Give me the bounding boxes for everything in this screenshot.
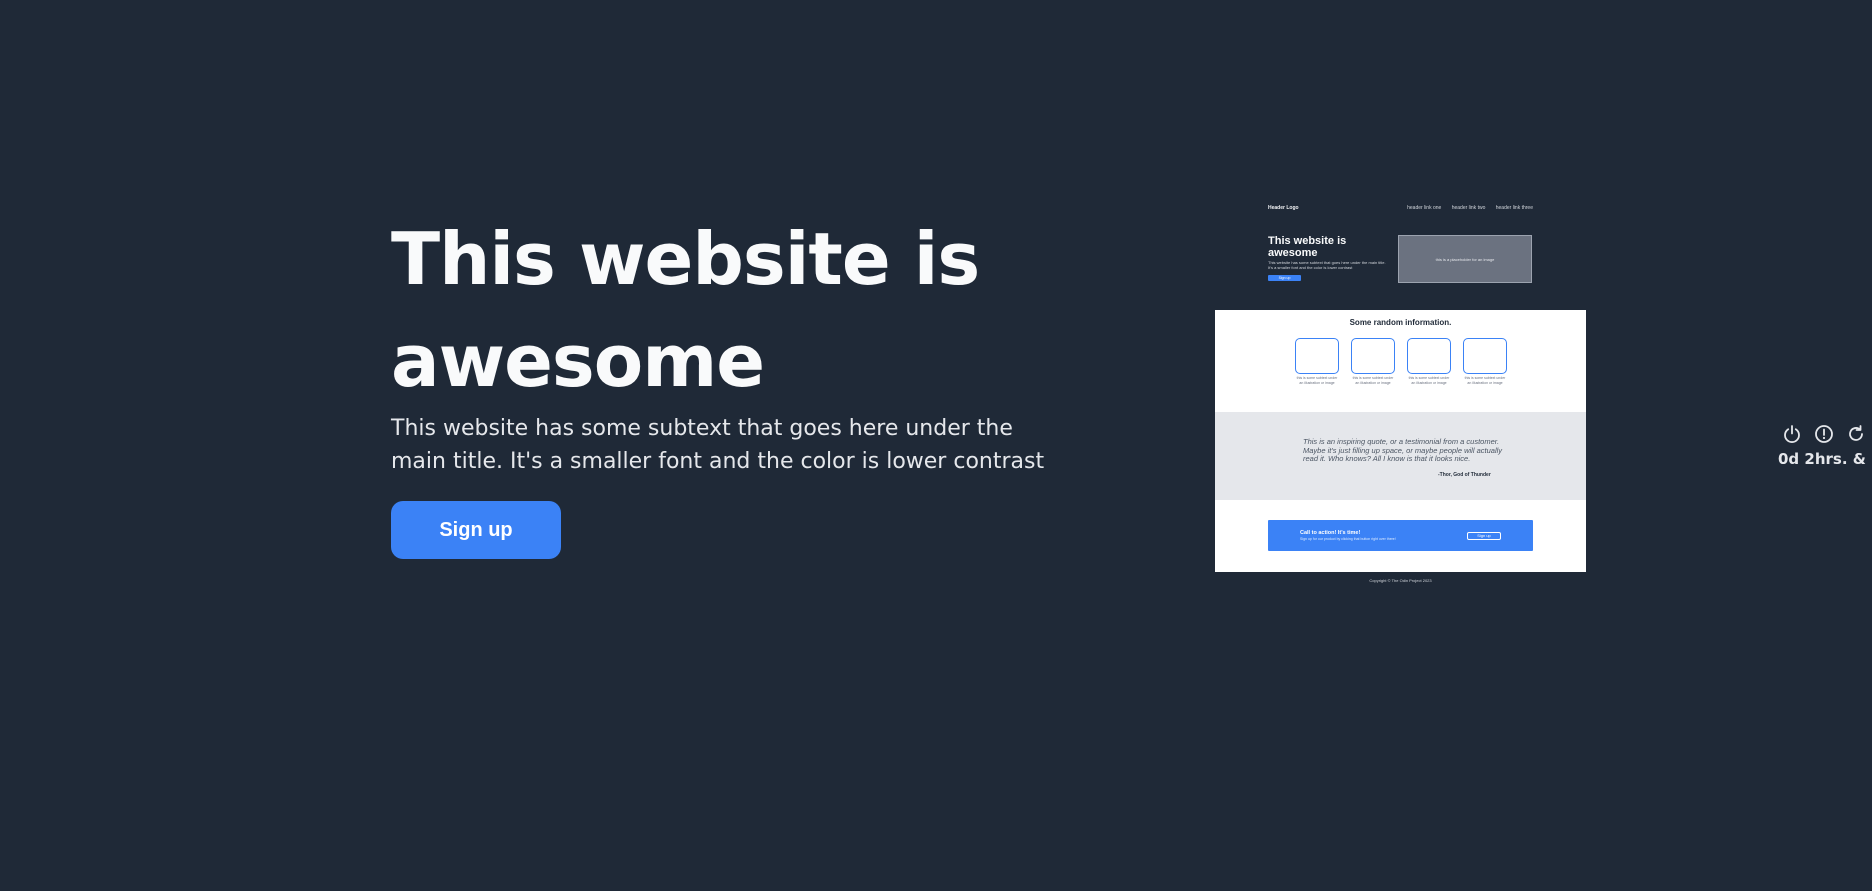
- preview-card-caption: this is some subtext under an illustrati…: [1464, 376, 1506, 385]
- preview-card-image: [1407, 338, 1451, 374]
- preview-cta-button: Sign up: [1467, 532, 1501, 540]
- preview-header: Header Logo header link one header link …: [1268, 205, 1533, 211]
- preview-card-caption: this is some subtext under an illustrati…: [1296, 376, 1338, 385]
- preview-card: this is some subtext under an illustrati…: [1463, 338, 1507, 385]
- session-widget: 0d 2hrs. & 59: [1778, 424, 1872, 468]
- preview-header-link: header link one: [1407, 205, 1442, 211]
- widget-icons: [1782, 424, 1872, 444]
- refresh-icon[interactable]: [1846, 424, 1866, 444]
- preview-cta-title: Call to action! It's time!: [1300, 530, 1361, 536]
- preview-hero-subtext: This website has some subtext that goes …: [1268, 260, 1386, 270]
- preview-header-link: header link three: [1495, 205, 1533, 211]
- preview-header-logo: Header Logo: [1268, 205, 1299, 211]
- preview-header-link: header link two: [1451, 205, 1486, 211]
- preview-card-image: [1351, 338, 1395, 374]
- preview-cards: this is some subtext under an illustrati…: [1295, 338, 1507, 385]
- preview-body: Some random information. this is some su…: [1215, 310, 1586, 572]
- preview-quote-text: This is an inspiring quote, or a testimo…: [1303, 437, 1503, 463]
- preview-card-caption: this is some subtext under an illustrati…: [1408, 376, 1450, 385]
- preview-quote-section: This is an inspiring quote, or a testimo…: [1215, 412, 1586, 500]
- preview-image-placeholder: this is a placeholder for an image: [1398, 235, 1532, 283]
- preview-cta-banner: Call to action! It's time! Sign up for o…: [1268, 520, 1533, 551]
- preview-card-caption: this is some subtext under an illustrati…: [1352, 376, 1394, 385]
- preview-info-title: Some random information.: [1349, 318, 1452, 327]
- preview-quote-author: -Thor, God of Thunder: [1438, 472, 1491, 478]
- preview-cta-subtext: Sign up for our product by clicking that…: [1300, 537, 1396, 541]
- info-icon[interactable]: [1814, 424, 1834, 444]
- preview-card-image: [1463, 338, 1507, 374]
- preview-hero-title: This website is awesome: [1268, 235, 1347, 259]
- website-preview-image: Header Logo header link one header link …: [1215, 197, 1586, 595]
- hero-subtext: This website has some subtext that goes …: [391, 416, 1045, 474]
- preview-header-links: header link one header link two header l…: [1398, 205, 1533, 211]
- hero-title: This website is awesome: [391, 217, 980, 403]
- preview-card: this is some subtext under an illustrati…: [1295, 338, 1339, 385]
- preview-card: this is some subtext under an illustrati…: [1351, 338, 1395, 385]
- session-timer: 0d 2hrs. & 59: [1778, 450, 1872, 468]
- power-icon[interactable]: [1782, 424, 1802, 444]
- preview-hero-button: Sign up: [1268, 275, 1301, 281]
- preview-card: this is some subtext under an illustrati…: [1407, 338, 1451, 385]
- sign-up-button[interactable]: Sign up: [391, 501, 561, 559]
- preview-card-image: [1295, 338, 1339, 374]
- preview-footer: Copyright © The Odin Project 2023: [1369, 578, 1432, 583]
- hero-section: This website is awesome This website has…: [391, 208, 1091, 559]
